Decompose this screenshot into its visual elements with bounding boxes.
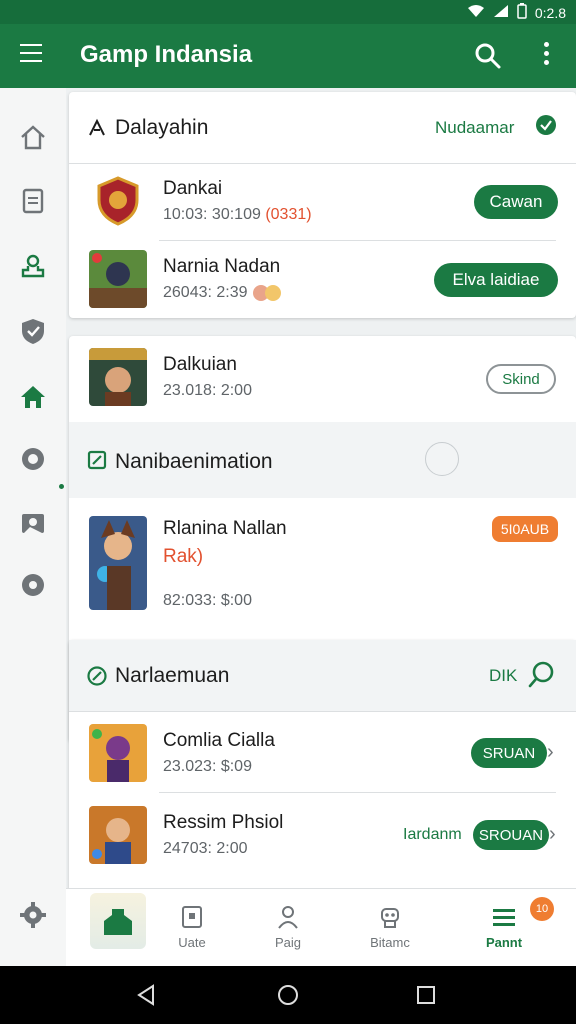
item-subtitle: Rak) — [163, 546, 204, 567]
refresh-icon[interactable] — [18, 444, 48, 474]
section-header: Nanibaenimation — [69, 422, 576, 498]
item-name: Narnia Nadan — [163, 256, 281, 277]
section-header: Dalayahin Nudaamar — [69, 92, 576, 164]
wifi-icon — [467, 4, 485, 21]
list-item[interactable]: Rlanina Nallan Rak) 82:033: $:00 5I0AUB — [69, 506, 576, 626]
check-circle-icon[interactable] — [535, 114, 557, 136]
section-title: Dalayahin — [115, 116, 209, 139]
game-shield-thumbnail — [89, 172, 147, 230]
nav-label: Bitamc — [370, 935, 410, 950]
home-outline-icon[interactable] — [18, 122, 48, 152]
status-time: 0:2.8 — [534, 4, 566, 21]
game-knight-thumbnail — [89, 250, 147, 308]
divider — [69, 711, 576, 712]
nav-item-uate[interactable]: Uate — [152, 903, 232, 950]
item-name: Comlia Cialla — [163, 730, 275, 751]
game-heroine-thumbnail — [89, 516, 147, 610]
chevron-right-icon[interactable]: › — [547, 741, 554, 764]
settings-cog-icon[interactable] — [18, 570, 48, 600]
more-options-icon[interactable] — [536, 42, 556, 70]
status-bar: 0:2.8 — [0, 0, 576, 24]
item-meta: 23.023: $:09 — [163, 758, 252, 775]
item-badge[interactable]: 5I0AUB — [492, 516, 558, 542]
active-indicator — [59, 484, 64, 489]
main-content: Dalayahin Nudaamar Dankai 10:03: 30:109 … — [66, 88, 576, 888]
frame-icon — [182, 906, 202, 928]
nav-item-paig[interactable]: Paig — [248, 903, 328, 950]
edit-icon — [87, 666, 107, 686]
section-card-narlaemuan: Narlaemuan DIK Comlia Cialla 23.023: $:0… — [69, 640, 576, 888]
item-meta: 10:03: 30:109 (0331) — [163, 206, 312, 223]
emoji-icon — [252, 284, 282, 302]
nav-label: Paig — [274, 935, 302, 950]
shield-icon[interactable] — [18, 316, 48, 346]
document-icon[interactable] — [18, 186, 48, 216]
list-menu-icon — [493, 909, 515, 926]
item-name: Rlanina Nallan — [163, 518, 287, 539]
notification-badge: 10 — [530, 897, 554, 921]
game-adventurer-thumbnail — [89, 806, 147, 864]
item-action-button[interactable]: Cawan — [474, 185, 558, 219]
game-mage-thumbnail — [89, 724, 147, 782]
item-meta: 23.018: 2:00 — [163, 382, 252, 399]
section-action-link[interactable]: Nudaamar — [435, 118, 514, 138]
recents-icon[interactable] — [414, 983, 438, 1007]
battery-icon — [517, 3, 527, 22]
item-prefix-label: Iardanm — [403, 826, 462, 843]
pen-icon — [87, 118, 107, 138]
section-header: Narlaemuan DIK — [69, 640, 576, 712]
item-meta-highlight: (0331) — [265, 206, 312, 223]
item-action-button[interactable]: Elva laidiae — [434, 263, 558, 297]
list-item[interactable]: Dalkuian 23.018: 2:00 Skind — [69, 340, 576, 416]
gallery-icon[interactable] — [18, 508, 48, 538]
list-item[interactable]: Narnia Nadan 26043: 2:39 Elva laidiae — [69, 242, 576, 318]
item-name: Dankai — [163, 178, 223, 199]
side-rail — [0, 88, 66, 966]
app-bar: Gamp Indansia — [0, 24, 576, 88]
settings-gear-icon[interactable] — [18, 900, 48, 930]
divider — [159, 240, 556, 241]
game-warrior-thumbnail — [89, 348, 147, 406]
item-action-button[interactable]: SROUAN — [473, 820, 549, 850]
list-item[interactable]: Ressim Phsiol 24703: 2:00 Iardanm SROUAN… — [69, 798, 576, 874]
list-item[interactable]: Comlia Cialla 23.023: $:09 SRUAN › — [69, 716, 576, 792]
search-icon[interactable] — [472, 40, 504, 72]
system-navigation-bar — [0, 966, 576, 1024]
item-action-button[interactable]: SRUAN — [471, 738, 547, 768]
person-icon — [278, 906, 298, 929]
app-title: Gamp Indansia — [80, 41, 253, 68]
list-item[interactable]: Dankai 10:03: 30:109 (0331) Cawan — [69, 164, 576, 240]
edit-icon — [87, 450, 107, 470]
nav-label: Pannt — [485, 935, 523, 950]
signal-icon — [493, 4, 509, 21]
section-card-dalayahin: Dalayahin Nudaamar Dankai 10:03: 30:109 … — [69, 92, 576, 318]
menu-icon[interactable] — [20, 44, 44, 68]
robot-icon — [381, 908, 399, 928]
divider — [159, 792, 556, 793]
stamp-icon[interactable] — [18, 252, 48, 282]
nav-label: Uate — [178, 935, 206, 950]
bottom-navigation: Uate Paig Bitamc Pannt 10 — [66, 888, 576, 966]
nav-item-bitamc[interactable]: Bitamc — [350, 903, 430, 950]
back-icon[interactable] — [134, 983, 158, 1007]
item-meta: 82:033: $:00 — [163, 592, 252, 609]
chevron-right-icon[interactable]: › — [549, 823, 556, 846]
section-action-link[interactable]: DIK — [489, 666, 517, 686]
loading-spinner — [425, 442, 459, 476]
home-icon[interactable] — [18, 382, 48, 412]
item-meta: 26043: 2:39 — [163, 284, 282, 302]
section-title: Nanibaenimation — [115, 450, 273, 473]
home-tab[interactable] — [90, 893, 146, 949]
search-icon[interactable] — [527, 660, 557, 690]
item-action-button[interactable]: Skind — [486, 364, 556, 394]
item-name: Ressim Phsiol — [163, 812, 284, 833]
item-meta: 24703: 2:00 — [163, 840, 248, 857]
section-title: Narlaemuan — [115, 664, 230, 687]
item-name: Dalkuian — [163, 354, 237, 375]
home-circle-icon[interactable] — [276, 983, 300, 1007]
